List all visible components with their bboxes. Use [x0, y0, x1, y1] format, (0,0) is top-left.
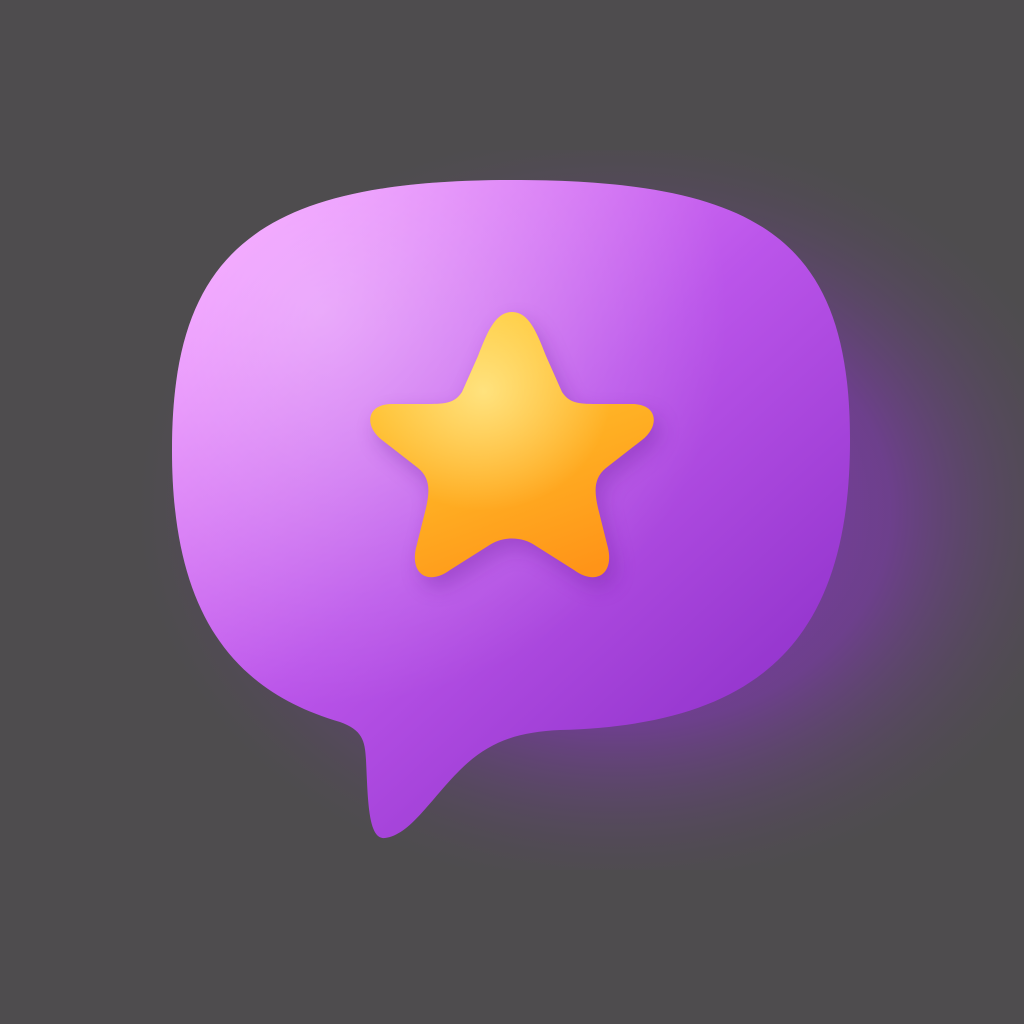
icon-canvas	[0, 0, 1024, 1024]
speech-bubble-star-icon	[172, 180, 850, 839]
